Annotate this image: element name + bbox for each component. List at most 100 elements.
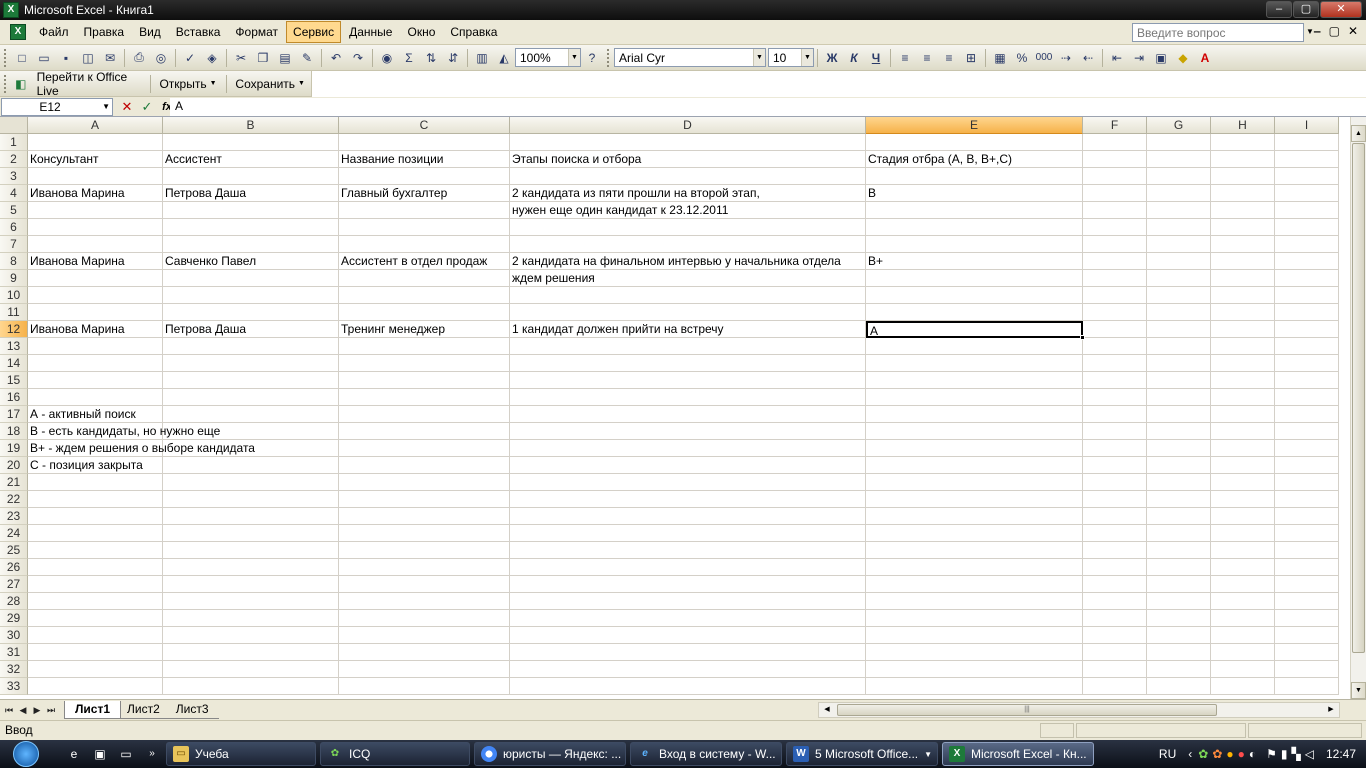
cell-g4[interactable] (1147, 185, 1211, 202)
cell-d31[interactable] (510, 644, 866, 661)
cell-i15[interactable] (1275, 372, 1339, 389)
cell-g23[interactable] (1147, 508, 1211, 525)
cell-g17[interactable] (1147, 406, 1211, 423)
cell-e23[interactable] (866, 508, 1083, 525)
cell-a6[interactable] (28, 219, 163, 236)
fill-color-icon[interactable]: ◆ (1172, 48, 1194, 68)
permission-icon[interactable]: ◫ (77, 48, 99, 68)
cell-b17[interactable] (163, 406, 339, 423)
cell-h20[interactable] (1211, 457, 1275, 474)
cell-g32[interactable] (1147, 661, 1211, 678)
cell-a31[interactable] (28, 644, 163, 661)
align-right-icon[interactable]: ≡ (938, 48, 960, 68)
new-document-icon[interactable]: □ (11, 48, 33, 68)
cell-i17[interactable] (1275, 406, 1339, 423)
cell-i16[interactable] (1275, 389, 1339, 406)
cell-h26[interactable] (1211, 559, 1275, 576)
cell-g20[interactable] (1147, 457, 1211, 474)
column-header-c[interactable]: C (339, 117, 510, 134)
next-sheet-icon[interactable]: ▶ (30, 705, 44, 716)
formula-input[interactable]: A (170, 98, 1366, 116)
desktop-quicklaunch-icon[interactable]: ▭ (116, 744, 136, 764)
doc-minimize-button[interactable]: ‒ (1314, 24, 1321, 38)
cell-h18[interactable] (1211, 423, 1275, 440)
cell-h4[interactable] (1211, 185, 1275, 202)
sheet-tab-3[interactable]: Лист3 (165, 701, 219, 719)
maximize-button[interactable]: ▢ (1293, 1, 1319, 18)
toolbar-grip[interactable] (4, 48, 7, 67)
taskbar-button-folder[interactable]: ▭ Учеба (166, 742, 316, 766)
vertical-scroll-thumb[interactable] (1352, 143, 1365, 653)
format-painter-icon[interactable]: ✎ (296, 48, 318, 68)
cell-c9[interactable] (339, 270, 510, 287)
cell-b14[interactable] (163, 355, 339, 372)
cell-i31[interactable] (1275, 644, 1339, 661)
cell-d29[interactable] (510, 610, 866, 627)
cell-g31[interactable] (1147, 644, 1211, 661)
cell-e19[interactable] (866, 440, 1083, 457)
cell-c22[interactable] (339, 491, 510, 508)
cell-d2[interactable]: Этапы поиска и отбора (510, 151, 866, 168)
row-header-6[interactable]: 6 (0, 219, 28, 236)
cell-e27[interactable] (866, 576, 1083, 593)
cell-b15[interactable] (163, 372, 339, 389)
cell-g5[interactable] (1147, 202, 1211, 219)
cell-h2[interactable] (1211, 151, 1275, 168)
print-icon[interactable]: ⎙ (128, 48, 150, 68)
taskbar-button-icq[interactable]: ✿ ICQ (320, 742, 470, 766)
ie-quicklaunch-icon[interactable]: e (64, 744, 84, 764)
cell-e21[interactable] (866, 474, 1083, 491)
cell-h12[interactable] (1211, 321, 1275, 338)
cell-i12[interactable] (1275, 321, 1339, 338)
cell-a1[interactable] (28, 134, 163, 151)
cell-g7[interactable] (1147, 236, 1211, 253)
cell-b3[interactable] (163, 168, 339, 185)
cell-c7[interactable] (339, 236, 510, 253)
cell-d25[interactable] (510, 542, 866, 559)
cell-d14[interactable] (510, 355, 866, 372)
column-header-b[interactable]: B (163, 117, 339, 134)
cell-c24[interactable] (339, 525, 510, 542)
first-sheet-icon[interactable]: ⏮ (2, 705, 16, 716)
help-search-input[interactable]: Введите вопрос (1132, 23, 1304, 42)
language-indicator[interactable]: RU (1159, 747, 1176, 761)
cell-e24[interactable] (866, 525, 1083, 542)
cell-a30[interactable] (28, 627, 163, 644)
cell-i6[interactable] (1275, 219, 1339, 236)
scroll-down-icon[interactable]: ▼ (1351, 682, 1366, 699)
cell-b20[interactable] (163, 457, 339, 474)
cell-c23[interactable] (339, 508, 510, 525)
cell-f2[interactable] (1083, 151, 1147, 168)
last-sheet-icon[interactable]: ⏭ (44, 705, 58, 716)
column-header-e[interactable]: E (866, 117, 1083, 134)
cell-f16[interactable] (1083, 389, 1147, 406)
cell-h16[interactable] (1211, 389, 1275, 406)
tray-expand-icon[interactable]: ‹ (1188, 747, 1192, 761)
cell-i29[interactable] (1275, 610, 1339, 627)
cell-g24[interactable] (1147, 525, 1211, 542)
cell-i23[interactable] (1275, 508, 1339, 525)
paste-icon[interactable]: ▤ (274, 48, 296, 68)
cell-d9[interactable]: ждем решения (510, 270, 866, 287)
cell-c17[interactable] (339, 406, 510, 423)
cell-b6[interactable] (163, 219, 339, 236)
cell-d13[interactable] (510, 338, 866, 355)
cell-i32[interactable] (1275, 661, 1339, 678)
cell-d4[interactable]: 2 кандидата из пяти прошли на второй эта… (510, 185, 866, 202)
redo-icon[interactable]: ↷ (347, 48, 369, 68)
cell-e25[interactable] (866, 542, 1083, 559)
column-header-g[interactable]: G (1147, 117, 1211, 134)
cell-i13[interactable] (1275, 338, 1339, 355)
cell-b11[interactable] (163, 304, 339, 321)
scroll-right-icon[interactable]: ▶ (1323, 703, 1339, 717)
row-header-24[interactable]: 24 (0, 525, 28, 542)
row-header-25[interactable]: 25 (0, 542, 28, 559)
cell-b23[interactable] (163, 508, 339, 525)
cell-c2[interactable]: Название позиции (339, 151, 510, 168)
cell-g25[interactable] (1147, 542, 1211, 559)
cell-g12[interactable] (1147, 321, 1211, 338)
cell-h28[interactable] (1211, 593, 1275, 610)
cell-f6[interactable] (1083, 219, 1147, 236)
cell-g16[interactable] (1147, 389, 1211, 406)
row-header-15[interactable]: 15 (0, 372, 28, 389)
